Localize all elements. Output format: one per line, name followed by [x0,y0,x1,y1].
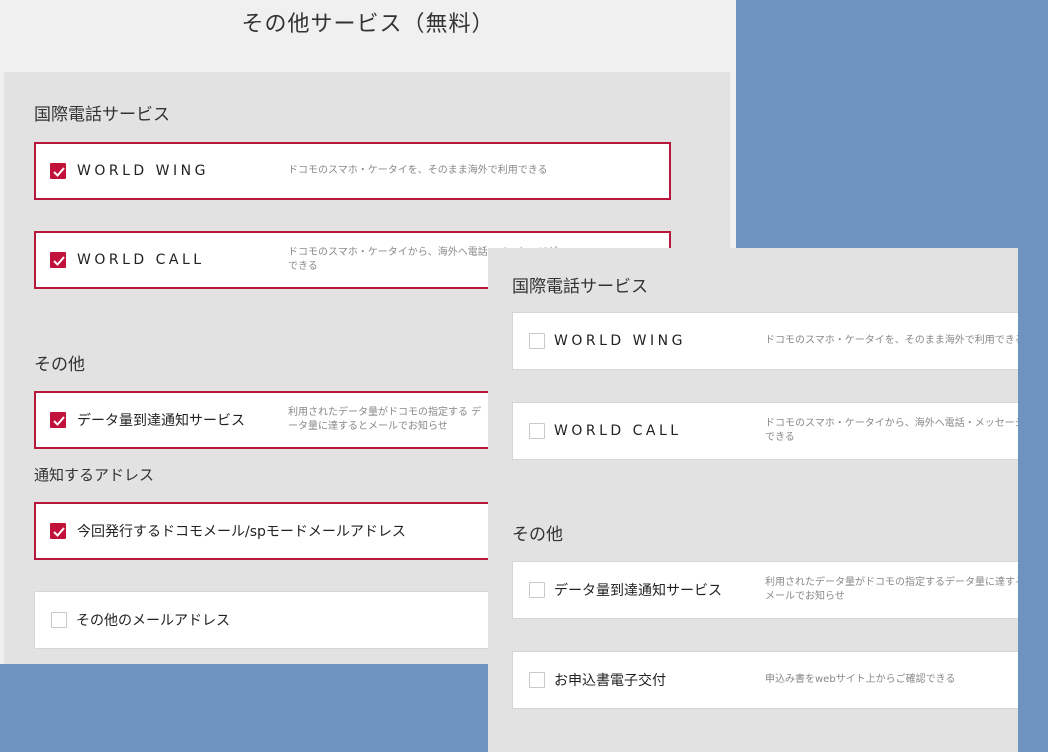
section-heading-other: その他 [512,525,563,545]
checkbox-e-application[interactable] [529,672,545,688]
option-label: WORLD WING [77,163,209,179]
option-world-wing[interactable]: WORLD WING ドコモのスマホ・ケータイを、そのまま海外で利用できる [34,142,671,200]
option-label: お申込書電子交付 [554,673,666,689]
services-panel-unchecked: 国際電話サービス WORLD WING ドコモのスマホ・ケータイを、そのまま海外… [488,248,1018,752]
option-world-wing[interactable]: WORLD WING ドコモのスマホ・ケータイを、そのまま海外で利用できる [512,312,1018,370]
option-label: WORLD WING [554,333,686,349]
option-label: データ量到達通知サービス [554,583,722,599]
check-icon [53,527,65,537]
option-label: その他のメールアドレス [76,613,230,629]
option-label: データ量到達通知サービス [77,413,245,429]
option-description: ドコモのスマホ・ケータイから、海外へ電話・メッセージができる [765,418,1018,443]
check-icon [53,167,65,177]
option-label: WORLD CALL [77,252,205,268]
page-title: その他サービス（無料） [241,12,495,37]
section-heading-international: 国際電話サービス [512,277,648,297]
checkbox-world-wing[interactable] [50,163,66,179]
option-description: 利用されたデータ量がドコモの指定する データ量に達するとメールでお知らせ [288,407,482,432]
option-description: ドコモのスマホ・ケータイを、そのまま海外で利用できる [288,165,548,176]
option-label: 今回発行するドコモメール/spモードメールアドレス [77,524,406,540]
section-heading-international: 国際電話サービス [34,105,170,125]
checkbox-address-other[interactable] [51,612,67,628]
section-heading-other: その他 [34,355,85,375]
option-description: 申込み書をwebサイト上からご確認できる [765,674,956,685]
checkbox-world-wing[interactable] [529,333,545,349]
option-e-application[interactable]: お申込書電子交付 申込み書をwebサイト上からご確認できる [512,651,1018,709]
checkbox-data-notice[interactable] [50,412,66,428]
checkbox-world-call[interactable] [529,423,545,439]
option-description: ドコモのスマホ・ケータイを、そのまま海外で利用できる [765,335,1018,346]
checkbox-address-docomo[interactable] [50,523,66,539]
checkbox-world-call[interactable] [50,252,66,268]
check-icon [53,416,65,426]
notify-address-heading: 通知するアドレス [34,466,155,484]
option-label: WORLD CALL [554,423,682,439]
option-world-call[interactable]: WORLD CALL ドコモのスマホ・ケータイから、海外へ電話・メッセージができ… [512,402,1018,460]
checkbox-data-notice[interactable] [529,582,545,598]
check-icon [53,256,65,266]
option-description: 利用されたデータ量がドコモの指定するデータ量に達するとメールでお知らせ [765,577,1018,602]
option-data-notice[interactable]: データ量到達通知サービス 利用されたデータ量がドコモの指定するデータ量に達すると… [512,561,1018,619]
